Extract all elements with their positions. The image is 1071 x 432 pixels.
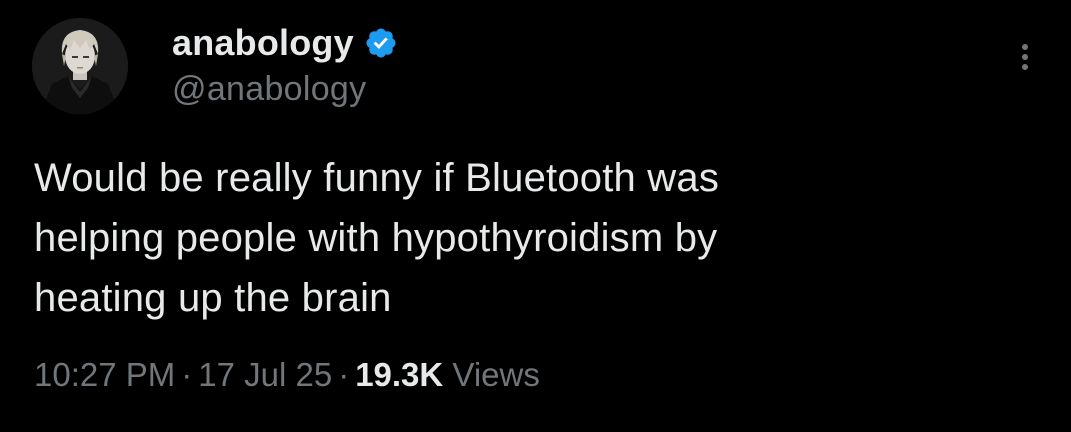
tweet-time[interactable]: 10:27 PM: [34, 356, 175, 393]
separator: ·: [338, 356, 350, 393]
display-name[interactable]: anabology: [172, 22, 354, 64]
views-label: Views: [452, 356, 540, 393]
dot: [1022, 44, 1028, 50]
tweet-metadata: 10:27 PM · 17 Jul 25 · 19.3K Views: [34, 356, 540, 394]
tweet-date[interactable]: 17 Jul 25: [198, 356, 332, 393]
name-row: anabology: [172, 20, 398, 66]
avatar[interactable]: [32, 18, 128, 114]
dot: [1022, 54, 1028, 60]
avatar-image: [32, 18, 128, 114]
more-options-icon[interactable]: [1010, 40, 1040, 80]
separator: ·: [181, 356, 193, 393]
tweet-card: anabology @anabology Would be really fun…: [0, 0, 1071, 432]
user-handle[interactable]: @anabology: [172, 70, 398, 109]
verified-badge-icon[interactable]: [364, 26, 398, 60]
tweet-text: Would be really funny if Bluetooth was h…: [34, 156, 720, 320]
views-count[interactable]: 19.3K: [355, 356, 443, 393]
dot: [1022, 64, 1028, 70]
user-info: anabology @anabology: [172, 20, 398, 109]
